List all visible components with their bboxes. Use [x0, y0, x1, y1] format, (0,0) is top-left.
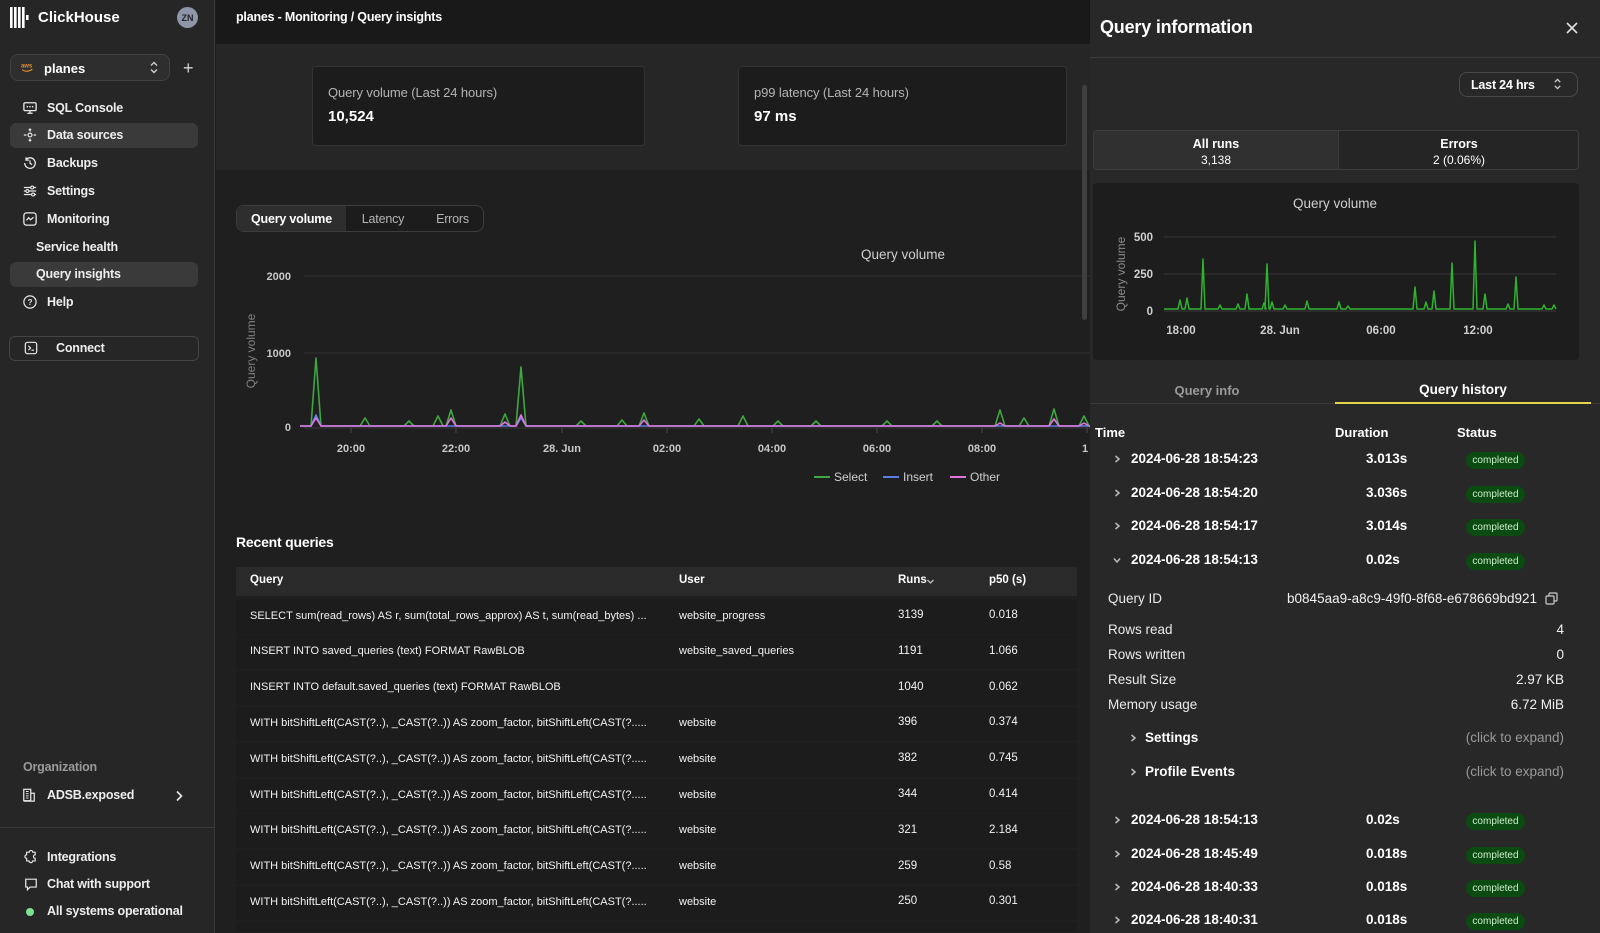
svg-text:1000: 1000	[267, 348, 291, 360]
svg-text:28. Jun: 28. Jun	[1260, 325, 1300, 337]
svg-text:08:00: 08:00	[968, 443, 996, 455]
svg-text:Other: Other	[970, 470, 1000, 484]
svg-text:Insert: Insert	[903, 470, 934, 484]
svg-text:500: 500	[1134, 232, 1153, 244]
svg-text:Query volume: Query volume	[1114, 236, 1128, 311]
svg-text:Query volume: Query volume	[861, 247, 945, 262]
svg-text:aws: aws	[21, 64, 33, 70]
svg-text:0: 0	[285, 422, 291, 434]
svg-text:04:00: 04:00	[758, 443, 786, 455]
svg-text:2000: 2000	[267, 271, 291, 283]
svg-text:0: 0	[1147, 306, 1153, 318]
svg-text:12:00: 12:00	[1463, 325, 1492, 337]
svg-text:Query volume: Query volume	[244, 313, 258, 388]
svg-text:?: ?	[28, 298, 33, 307]
svg-text:06:00: 06:00	[863, 443, 891, 455]
svg-text:1: 1	[1082, 443, 1088, 455]
svg-text:28. Jun: 28. Jun	[543, 443, 581, 455]
svg-text:Query volume: Query volume	[1293, 196, 1377, 211]
svg-text:06:00: 06:00	[1366, 325, 1395, 337]
svg-text:18:00: 18:00	[1166, 325, 1195, 337]
svg-text:250: 250	[1134, 269, 1153, 281]
svg-text:20:00: 20:00	[337, 443, 365, 455]
svg-text:02:00: 02:00	[653, 443, 681, 455]
svg-text:22:00: 22:00	[442, 443, 470, 455]
svg-text:Select: Select	[834, 470, 868, 484]
